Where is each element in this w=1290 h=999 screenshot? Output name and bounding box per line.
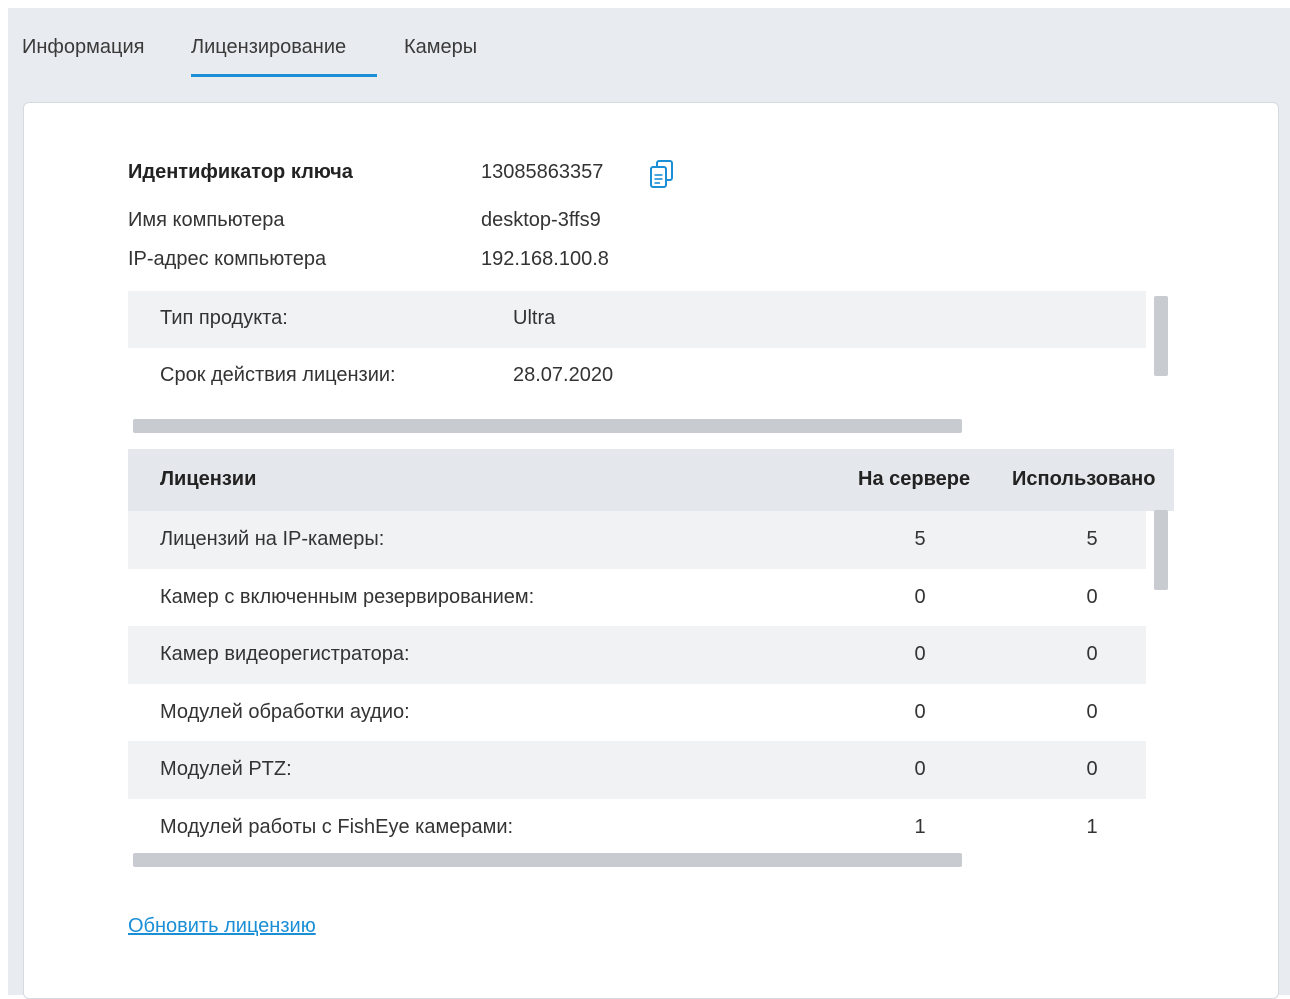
active-tab-indicator	[191, 74, 377, 77]
table-row: Лицензий на IP-камеры: 5 5	[128, 511, 1146, 569]
tab-cameras[interactable]: Камеры	[404, 36, 477, 59]
table-row: Модулей обработки аудио: 0 0	[128, 683, 1146, 741]
license-used: 0	[1086, 758, 1098, 780]
license-expiry-value: 28.07.2020	[513, 364, 614, 386]
licenses-table-body: Лицензий на IP-камеры: 5 5 Камер с включ…	[128, 511, 1146, 857]
license-on-server: 1	[914, 815, 926, 838]
license-expiry-label: Срок действия лицензии:	[160, 364, 396, 386]
column-header-used[interactable]: Использовано	[1012, 468, 1155, 491]
product-row: Срок действия лицензии: 28.07.2020	[128, 348, 1146, 405]
column-header-licenses[interactable]: Лицензии	[160, 468, 256, 491]
licenses-table-horizontal-scrollbar[interactable]	[133, 853, 962, 867]
license-name: Камер с включенным резервированием:	[160, 585, 535, 608]
product-table-vertical-scrollbar[interactable]	[1154, 296, 1168, 376]
product-row: Тип продукта: Ultra	[128, 291, 1146, 348]
license-on-server: 0	[914, 643, 926, 665]
column-header-on-server[interactable]: На сервере	[858, 468, 970, 491]
product-type-label: Тип продукта:	[160, 307, 288, 329]
licenses-table-header: Лицензии На сервере Использовано	[128, 449, 1174, 511]
licenses-table-vertical-scrollbar[interactable]	[1154, 510, 1168, 590]
tab-bar: Информация Лицензирование Камеры	[8, 8, 1290, 98]
table-row: Модулей PTZ: 0 0	[128, 741, 1146, 799]
ip-label: IP-адрес компьютера	[128, 248, 327, 270]
table-row: Камер с включенным резервированием: 0 0	[128, 568, 1146, 626]
product-type-value: Ultra	[513, 307, 556, 329]
license-window: Информация Лицензирование Камеры Идентиф…	[8, 8, 1290, 999]
ip-value: 192.168.100.8	[481, 248, 609, 270]
license-used: 1	[1086, 815, 1098, 838]
license-on-server: 0	[914, 758, 926, 780]
license-name: Модулей PTZ:	[160, 758, 292, 780]
tab-information[interactable]: Информация	[22, 36, 144, 59]
key-id-value: 13085863357	[481, 161, 604, 183]
table-row: Камер видеорегистратора: 0 0	[128, 626, 1146, 684]
license-used: 0	[1086, 585, 1098, 608]
key-id-label: Идентификатор ключа	[128, 161, 353, 183]
table-row: Модулей работы с FishEye камерами: 1 1	[128, 798, 1146, 856]
computer-name-label: Имя компьютера	[128, 209, 285, 231]
license-on-server: 0	[914, 700, 926, 723]
license-used: 0	[1086, 700, 1098, 723]
license-name: Лицензий на IP-камеры:	[160, 528, 385, 550]
copy-icon[interactable]	[648, 159, 676, 191]
license-name: Камер видеорегистратора:	[160, 643, 410, 665]
license-used: 5	[1086, 528, 1098, 550]
licensing-panel: Идентификатор ключа 13085863357 Имя комп…	[23, 102, 1279, 999]
license-on-server: 0	[914, 585, 926, 608]
license-on-server: 5	[914, 528, 926, 550]
license-name: Модулей обработки аудио:	[160, 700, 410, 723]
product-info-table: Тип продукта: Ultra Срок действия лиценз…	[128, 291, 1146, 413]
license-name: Модулей работы с FishEye камерами:	[160, 815, 514, 838]
computer-name-value: desktop-3ffs9	[481, 209, 601, 231]
update-license-link[interactable]: Обновить лицензию	[128, 915, 316, 938]
license-used: 0	[1086, 643, 1098, 665]
tab-licensing[interactable]: Лицензирование	[191, 36, 346, 59]
product-table-horizontal-scrollbar[interactable]	[133, 419, 962, 433]
